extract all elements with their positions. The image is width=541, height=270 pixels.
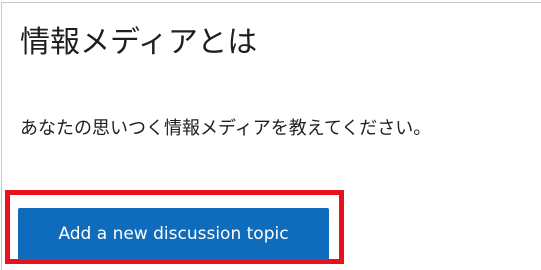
add-discussion-topic-button[interactable]: Add a new discussion topic bbox=[18, 208, 329, 260]
discussion-prompt: あなたの思いつく情報メディアを教えてください。 bbox=[20, 118, 432, 139]
screenshot-stage: 情報メディアとは あなたの思いつく情報メディアを教えてください。 Add a n… bbox=[0, 0, 541, 270]
discussion-title: 情報メディアとは bbox=[20, 25, 258, 60]
